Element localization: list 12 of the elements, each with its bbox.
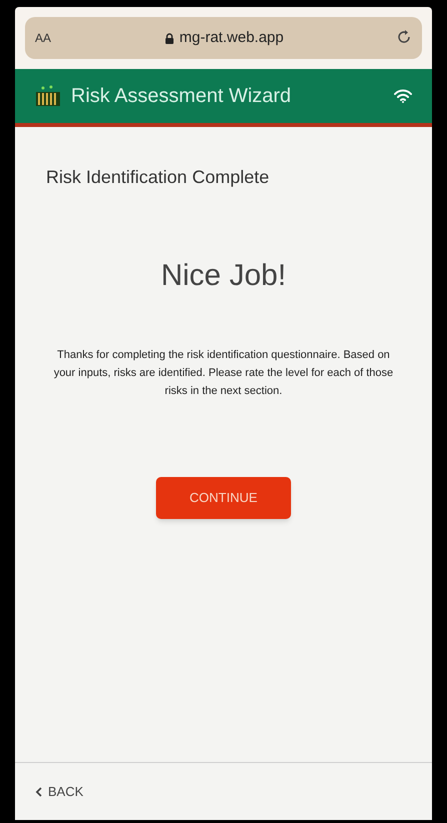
app-title: Risk Assessment Wizard	[71, 84, 292, 109]
url-text[interactable]: mg-rat.web.app	[179, 26, 284, 50]
text-size-button[interactable]: AA	[35, 29, 52, 47]
headline: Nice Job!	[160, 258, 286, 294]
back-button[interactable]: BACK	[35, 782, 84, 802]
message-text: Thanks for completing the risk identification questionnaire. Based on your inputs, risks are identified. Please rate the level for each of those risks in the next section.	[54, 348, 394, 399]
chevron-left-icon	[35, 786, 42, 796]
logo-icon	[35, 84, 61, 108]
wifi-icon	[394, 89, 412, 103]
reload-icon[interactable]	[398, 30, 412, 46]
page-heading: Risk Identification Complete	[46, 166, 270, 189]
lock-icon	[165, 32, 174, 44]
